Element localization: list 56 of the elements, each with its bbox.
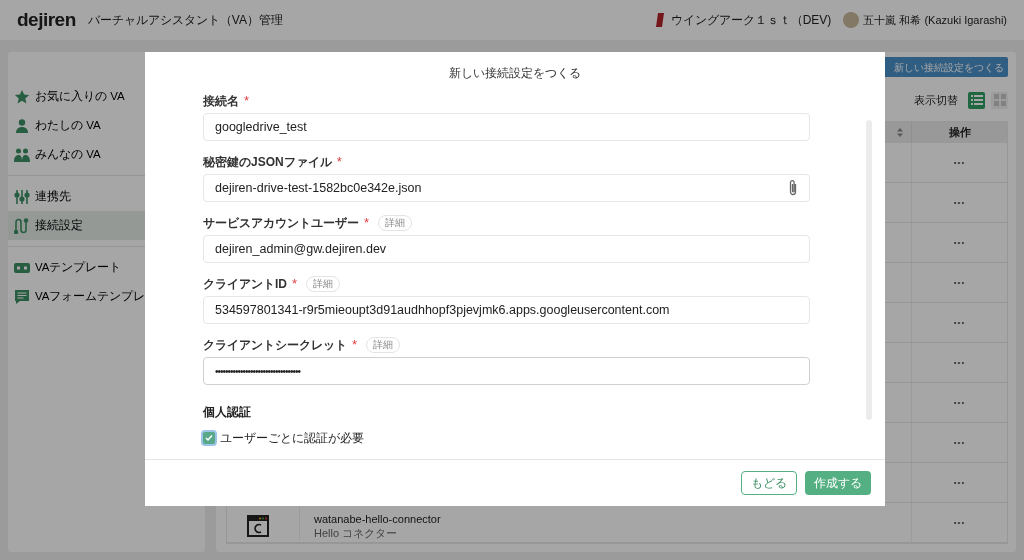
required-mark: * [336,155,342,168]
more-actions-button[interactable]: ••• [953,516,966,529]
column-header: 操作 [948,125,971,141]
sidebar-item[interactable]: 連携先 [8,182,205,211]
required-mark: * [352,338,358,351]
route-icon [14,217,30,234]
field-label: クライアントシークレット [203,336,347,354]
person-icon [14,117,30,134]
dialog-title: 新しい接続設定をつくる [449,65,581,82]
sliders-icon [14,188,30,205]
view-toggle-label: 表示切替 [914,92,958,108]
field-label: サービスアカウントユーザー [203,214,359,232]
user-name: 五十嵐 和希 (Kazuki Igarashi) [863,12,1007,28]
input-field[interactable]: dejiren_admin@gw.dejiren.dev [203,235,810,263]
app-window-icon [247,514,269,537]
logo: dejiren [17,7,76,32]
organization-logo-icon [654,13,667,27]
more-actions-button[interactable]: ••• [953,396,966,409]
section-label: 個人認証 [203,404,252,421]
field-label: クライアントID [203,275,287,293]
password-field[interactable]: •••••••••••••••••••••••••••••••••• [203,357,810,385]
more-actions-button[interactable]: ••• [953,476,966,489]
required-mark: * [292,277,298,290]
connector-name: watanabe-hello-connector [314,511,441,526]
field-label: 秘密鍵のJSONファイル [203,153,332,171]
file-field[interactable]: dejiren-drive-test-1582bc0e342e.json [203,174,810,202]
people-icon [14,146,30,163]
more-actions-button[interactable]: ••• [953,196,966,209]
more-actions-button[interactable]: ••• [953,436,966,449]
more-actions-button[interactable]: ••• [953,316,966,329]
avatar [843,12,860,28]
required-mark: * [364,216,370,229]
checkbox-label: ユーザーごとに認証が必要 [220,430,364,447]
back-button[interactable]: もどる [741,470,797,495]
paperclip-icon [788,179,798,197]
input-field[interactable]: googledrive_test [203,113,810,141]
more-actions-button[interactable]: ••• [953,356,966,369]
more-actions-button[interactable]: ••• [953,156,966,169]
star-icon [14,88,30,105]
sort-icon[interactable] [897,128,903,137]
more-actions-button[interactable]: ••• [953,276,966,289]
organization-name: ウイングアーク１ｓｔ（DEV) [670,12,832,29]
app-title: バーチャルアシスタント（VA）管理 [87,12,283,29]
required-mark: * [244,94,250,107]
sidebar-item[interactable]: VAフォームテンプレ [8,282,205,311]
sidebar-item[interactable]: VAテンプレート [8,253,205,282]
sidebar-item[interactable]: わたしの VA [8,111,205,140]
connector-description: Hello コネクター [314,525,399,540]
form-icon [14,288,30,305]
list-view-button[interactable] [968,91,985,109]
more-actions-button[interactable]: ••• [953,236,966,249]
checkbox[interactable] [203,432,215,444]
create-button[interactable]: 作成する [805,470,871,495]
field-label: 接続名 [203,92,239,110]
input-field[interactable]: 534597801341-r9r5mieoupt3d91audhhopf3pjevjmk6.apps.googleusercontent.com [203,296,810,324]
grid-view-button[interactable] [991,91,1008,109]
